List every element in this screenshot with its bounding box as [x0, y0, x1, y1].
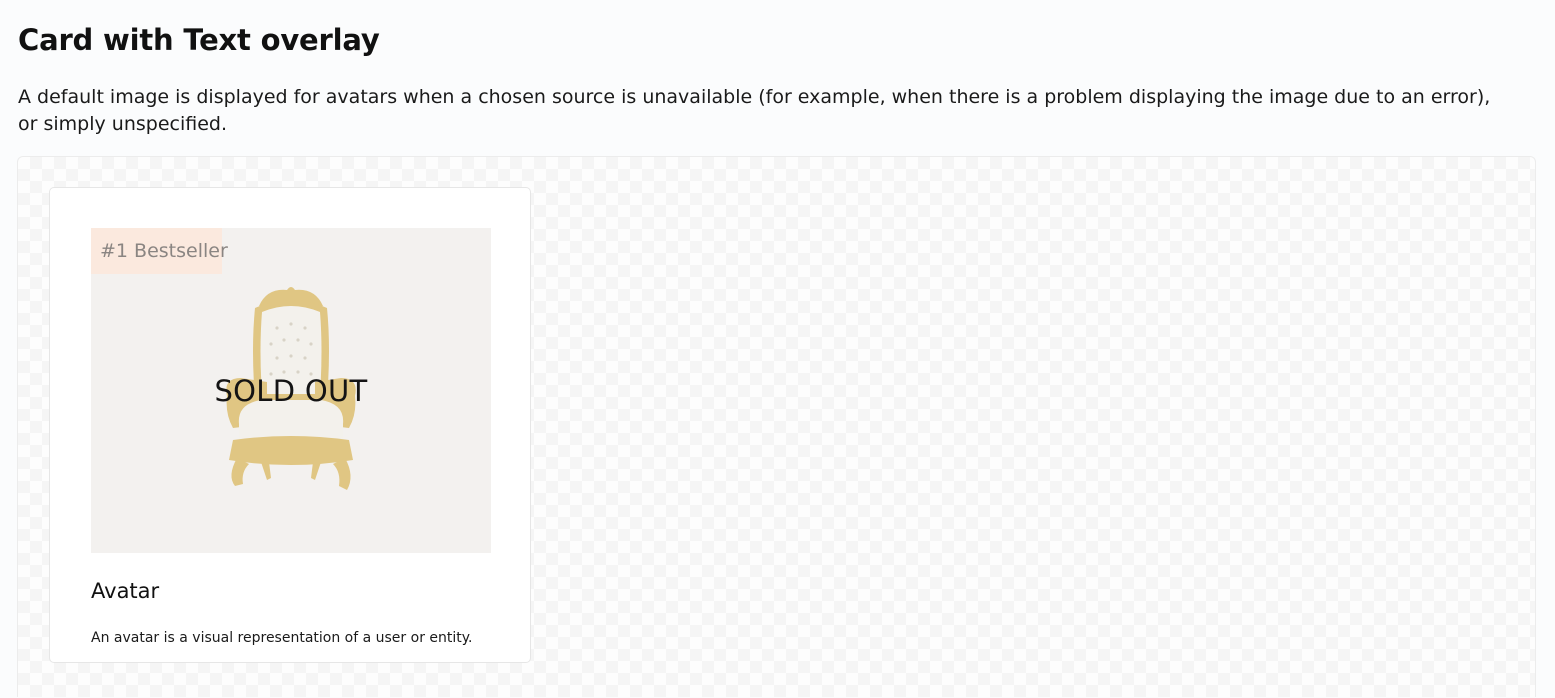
demo-area: #1 Bestseller SOLD OUT Avatar An avatar …: [17, 156, 1536, 697]
bestseller-badge: #1 Bestseller: [91, 228, 228, 274]
card-title: Avatar: [91, 579, 160, 603]
product-card: #1 Bestseller SOLD OUT Avatar An avatar …: [49, 187, 531, 663]
page-description: A default image is displayed for avatars…: [18, 86, 1491, 135]
card-body: An avatar is a visual representation of …: [91, 630, 473, 646]
sold-out-overlay: SOLD OUT: [214, 374, 368, 408]
page-title: Card with Text overlay: [18, 23, 380, 57]
card-image: #1 Bestseller SOLD OUT: [91, 228, 491, 553]
